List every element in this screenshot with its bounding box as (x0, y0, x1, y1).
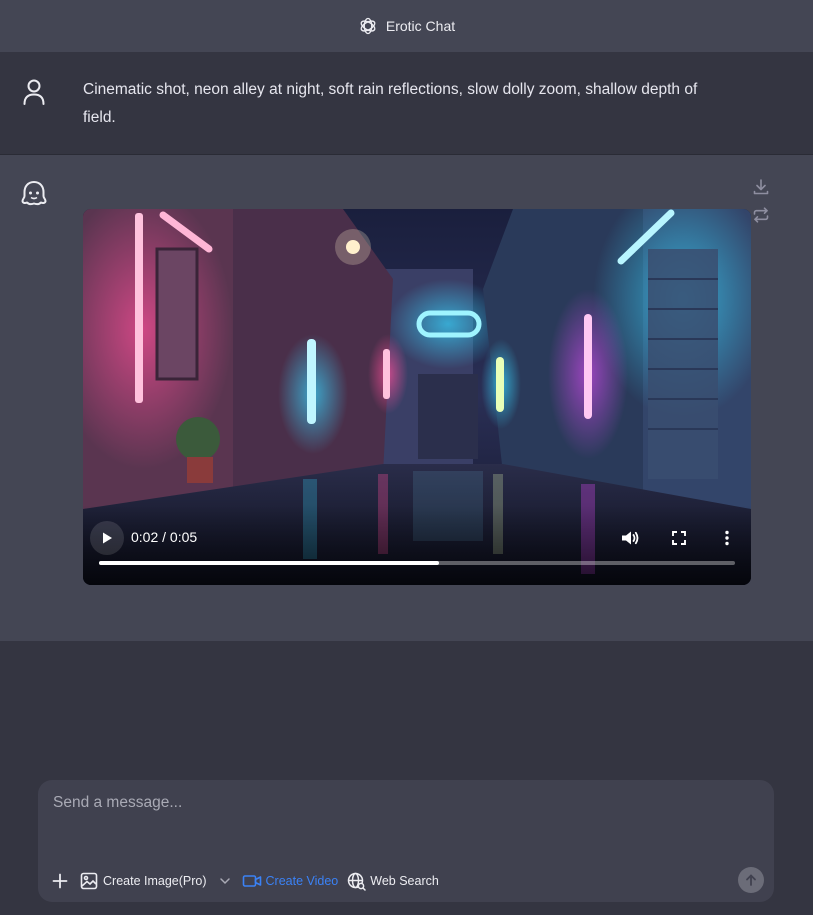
video-camera-icon (242, 875, 261, 887)
create-image-label: Create Image(Pro) (103, 874, 207, 888)
more-vertical-icon[interactable] (716, 527, 738, 549)
globe-search-icon (348, 872, 367, 891)
create-video-label: Create Video (265, 874, 339, 888)
create-image-button[interactable]: Create Image(Pro) (80, 872, 207, 890)
video-progress-fill (99, 561, 440, 565)
user-message-text: Cinematic shot, neon alley at night, sof… (83, 81, 698, 126)
app-title: Erotic Chat (385, 18, 456, 34)
controls-overlay (83, 505, 751, 585)
play-icon (103, 532, 112, 544)
send-button[interactable] (738, 867, 764, 893)
user-message-row: Cinematic shot, neon alley at night, sof… (0, 52, 813, 155)
ghost-icon (21, 181, 47, 206)
arrow-up-icon (746, 874, 756, 886)
repeat-icon[interactable] (751, 205, 771, 225)
user-icon (23, 79, 45, 105)
web-search-button[interactable]: Web Search (347, 872, 439, 891)
fullscreen-icon[interactable] (668, 527, 690, 549)
volume-icon[interactable] (619, 527, 641, 549)
app-header: Erotic Chat (0, 0, 813, 53)
web-search-label: Web Search (370, 874, 439, 888)
create-video-button[interactable]: Create Video (242, 873, 339, 889)
composer-toolbar: Create Image(Pro) Create Video Web Searc… (50, 870, 439, 892)
video-progress-bar[interactable] (99, 561, 735, 565)
chevron-down-icon[interactable] (218, 874, 232, 888)
assistant-message-row: 0:02 / 0:05 (0, 155, 813, 641)
message-input[interactable] (51, 790, 755, 816)
video-time: 0:02 / 0:05 (131, 529, 198, 545)
message-composer: Create Image(Pro) Create Video Web Searc… (38, 780, 774, 902)
image-icon (80, 872, 98, 890)
openai-logo-icon (360, 17, 376, 35)
play-button[interactable] (90, 521, 124, 555)
video-player[interactable]: 0:02 / 0:05 (83, 209, 751, 585)
plus-icon[interactable] (50, 871, 70, 891)
download-icon[interactable] (751, 177, 771, 197)
